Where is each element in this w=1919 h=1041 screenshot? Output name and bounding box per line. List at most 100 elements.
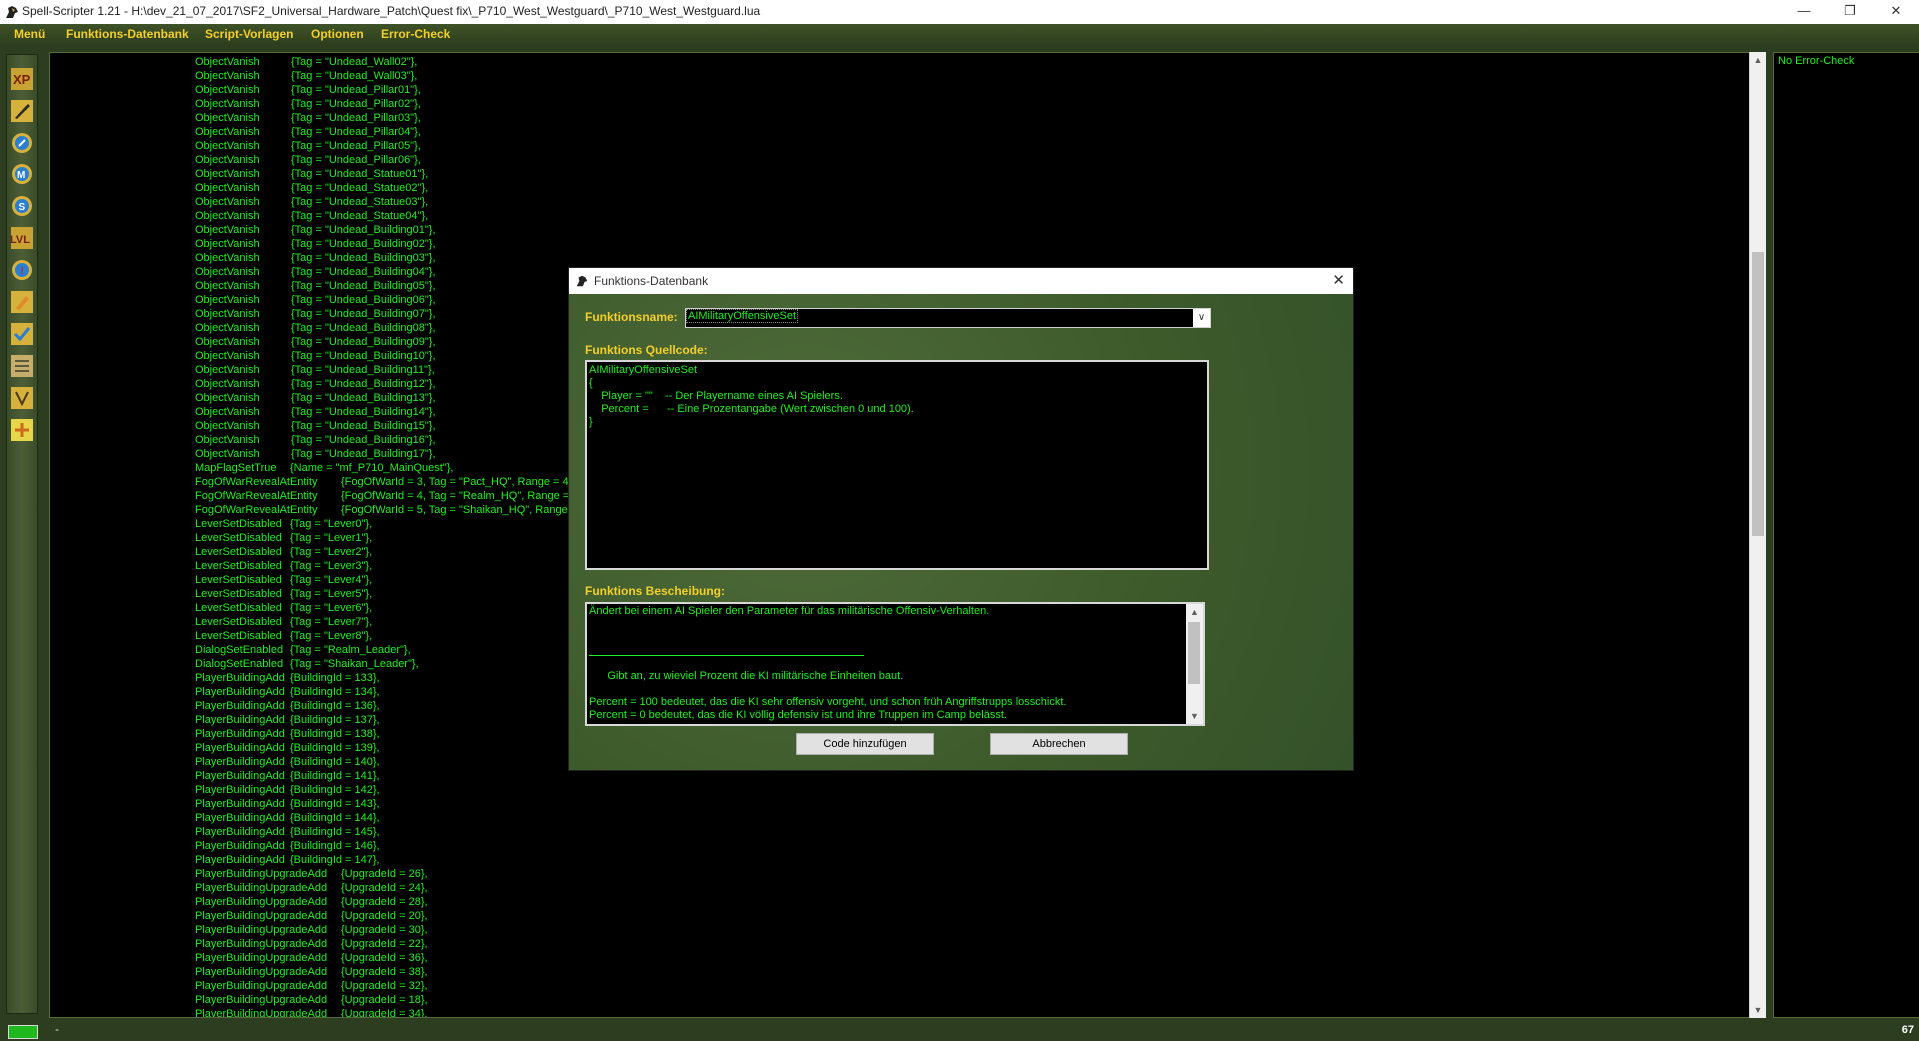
code-line: LeverSetDisabled {Tag = "Lever0"}, xyxy=(195,517,372,531)
code-arguments: {Tag = "Undead_Building08"}, xyxy=(291,322,436,334)
scrollbar-thumb[interactable] xyxy=(1188,622,1200,684)
code-arguments: {Tag = "Undead_Building11"}, xyxy=(291,364,435,376)
menu-item-function-database[interactable]: Funktions-Datenbank xyxy=(66,27,189,41)
code-function: LeverSetDisabled xyxy=(195,630,282,642)
menu-item-options[interactable]: Optionen xyxy=(311,27,364,41)
code-function: ObjectVanish xyxy=(195,252,260,264)
code-arguments: {Tag = "Undead_Statue01"}, xyxy=(291,168,429,180)
code-line: ObjectVanish {Tag = "Undead_Building02"}, xyxy=(195,237,436,251)
code-function: ObjectVanish xyxy=(195,84,260,96)
code-function: MapFlagSetTrue xyxy=(195,462,277,474)
code-line: ObjectVanish {Tag = "Undead_Statue04"}, xyxy=(195,209,428,223)
source-code-box[interactable]: AIMilitaryOffensiveSet { Player = "" -- … xyxy=(585,360,1209,570)
code-arguments: {UpgradeId = 18}, xyxy=(341,994,428,1006)
code-line: PlayerBuildingUpgradeAdd {UpgradeId = 30}… xyxy=(195,923,428,937)
code-arguments: {Tag = "Undead_Building10"}, xyxy=(291,350,436,362)
code-function: PlayerBuildingAdd xyxy=(195,826,285,838)
scroll-down-arrow-icon[interactable]: ▼ xyxy=(1186,708,1203,724)
chevron-down-icon[interactable]: ∨ xyxy=(1193,309,1210,327)
code-line: ObjectVanish {Tag = "Undead_Pillar03"}, xyxy=(195,111,421,125)
compass-icon[interactable] xyxy=(10,131,34,155)
menu-item-script-templates[interactable]: Script-Vorlagen xyxy=(205,27,293,41)
xp-icon[interactable]: XP xyxy=(10,67,34,91)
code-function: LeverSetDisabled xyxy=(195,532,282,544)
code-line: PlayerBuildingUpgradeAdd {UpgradeId = 26}… xyxy=(195,867,428,881)
cancel-button[interactable]: Abbrechen xyxy=(990,733,1128,755)
m-icon[interactable]: M xyxy=(10,162,34,186)
description-box[interactable]: Ändert bei einem AI Spieler den Paramete… xyxy=(585,602,1190,726)
scrollbar-thumb[interactable] xyxy=(1752,252,1764,536)
code-arguments: {BuildingId = 133}, xyxy=(290,672,380,684)
code-function: PlayerBuildingUpgradeAdd xyxy=(195,896,328,908)
code-arguments: {Tag = "Undead_Building05"}, xyxy=(291,280,436,292)
code-function: PlayerBuildingUpgradeAdd xyxy=(195,882,328,894)
code-line: DialogSetEnabled {Tag = "Shaikan_Leader"}… xyxy=(195,657,419,671)
code-function: FogOfWarRevealAtEntity xyxy=(195,476,318,488)
status-indicator xyxy=(8,1025,38,1039)
list-icon[interactable] xyxy=(10,354,34,378)
check-icon[interactable] xyxy=(10,322,34,346)
scroll-up-arrow-icon[interactable]: ▲ xyxy=(1186,604,1203,620)
maximize-button[interactable]: ❐ xyxy=(1827,0,1873,24)
pencil-icon[interactable] xyxy=(10,290,34,314)
code-arguments: {UpgradeId = 28}, xyxy=(341,896,428,908)
description-scrollbar[interactable]: ▲ ▼ xyxy=(1186,602,1205,726)
code-function: ObjectVanish xyxy=(195,196,260,208)
code-arguments: {Name = "mf_P710_MainQuest"}, xyxy=(290,462,454,474)
code-function: ObjectVanish xyxy=(195,182,260,194)
menu-item-error-check[interactable]: Error-Check xyxy=(381,27,450,41)
code-arguments: {Tag = "Undead_Building06"}, xyxy=(291,294,436,306)
code-line: LeverSetDisabled {Tag = "Lever5"}, xyxy=(195,587,372,601)
shovel-icon[interactable] xyxy=(10,99,34,123)
code-function: PlayerBuildingAdd xyxy=(195,798,285,810)
code-function: PlayerBuildingUpgradeAdd xyxy=(195,910,328,922)
code-arguments: {FogOfWarId = 4, Tag = "Realm_HQ", Range… xyxy=(341,490,579,502)
error-check-status: No Error-Check xyxy=(1778,55,1855,67)
code-arguments: {Tag = "Undead_Statue04"}, xyxy=(291,210,429,222)
code-line: PlayerBuildingUpgradeAdd {UpgradeId = 38}… xyxy=(195,965,428,979)
code-function: PlayerBuildingUpgradeAdd xyxy=(195,1008,328,1018)
code-arguments: {BuildingId = 147}, xyxy=(290,854,380,866)
code-function: ObjectVanish xyxy=(195,378,260,390)
code-arguments: {Tag = "Undead_Building16"}, xyxy=(291,434,436,446)
code-function: PlayerBuildingAdd xyxy=(195,728,285,740)
s-icon[interactable]: S xyxy=(10,194,34,218)
code-line: PlayerBuildingAdd {BuildingId = 133}, xyxy=(195,671,380,685)
add-code-button[interactable]: Code hinzufügen xyxy=(796,733,934,755)
scroll-down-arrow-icon[interactable]: ▼ xyxy=(1750,1002,1766,1018)
code-function: PlayerBuildingUpgradeAdd xyxy=(195,966,328,978)
code-line: ObjectVanish {Tag = "Undead_Building11"}, xyxy=(195,363,435,377)
editor-scrollbar[interactable]: ▲ ▼ xyxy=(1749,52,1766,1018)
tool-palette: XP M S LVL ! xyxy=(6,54,38,1014)
code-line: PlayerBuildingAdd {BuildingId = 136}, xyxy=(195,699,380,713)
code-function: LeverSetDisabled xyxy=(195,588,282,600)
menu-item-menu[interactable]: Menü xyxy=(14,27,45,41)
code-line: ObjectVanish {Tag = "Undead_Building12"}, xyxy=(195,377,436,391)
xp-label: XP xyxy=(13,72,31,87)
map-icon[interactable] xyxy=(10,386,34,410)
dialog-close-icon[interactable]: ✕ xyxy=(1332,271,1345,289)
function-name-select[interactable]: AIMilitaryOffensiveSet ∨ xyxy=(685,308,1211,328)
minimize-button[interactable]: — xyxy=(1781,0,1827,24)
menu-bar: Menü Funktions-Datenbank Script-Vorlagen… xyxy=(0,24,1919,46)
code-function: LeverSetDisabled xyxy=(195,574,282,586)
info-icon[interactable]: ! xyxy=(10,258,34,282)
code-function: DialogSetEnabled xyxy=(195,658,284,670)
code-function: ObjectVanish xyxy=(195,280,260,292)
code-line: PlayerBuildingUpgradeAdd {UpgradeId = 18}… xyxy=(195,993,428,1007)
code-function: ObjectVanish xyxy=(195,322,260,334)
code-line: ObjectVanish {Tag = "Undead_Statue02"}, xyxy=(195,181,428,195)
code-function: DialogSetEnabled xyxy=(195,644,284,656)
code-arguments: {UpgradeId = 24}, xyxy=(341,882,428,894)
code-arguments: {Tag = "Undead_Building02"}, xyxy=(291,238,436,250)
lvl-icon[interactable]: LVL xyxy=(10,226,34,250)
code-function: ObjectVanish xyxy=(195,364,260,376)
code-line: ObjectVanish {Tag = "Undead_Pillar01"}, xyxy=(195,83,421,97)
plus-icon[interactable] xyxy=(10,418,34,442)
code-line: ObjectVanish {Tag = "Undead_Pillar02"}, xyxy=(195,97,421,111)
code-line: PlayerBuildingAdd {BuildingId = 142}, xyxy=(195,783,380,797)
status-dash: - xyxy=(55,1022,59,1036)
close-window-button[interactable]: ✕ xyxy=(1873,0,1919,24)
code-function: PlayerBuildingUpgradeAdd xyxy=(195,994,328,1006)
scroll-up-arrow-icon[interactable]: ▲ xyxy=(1750,52,1766,68)
